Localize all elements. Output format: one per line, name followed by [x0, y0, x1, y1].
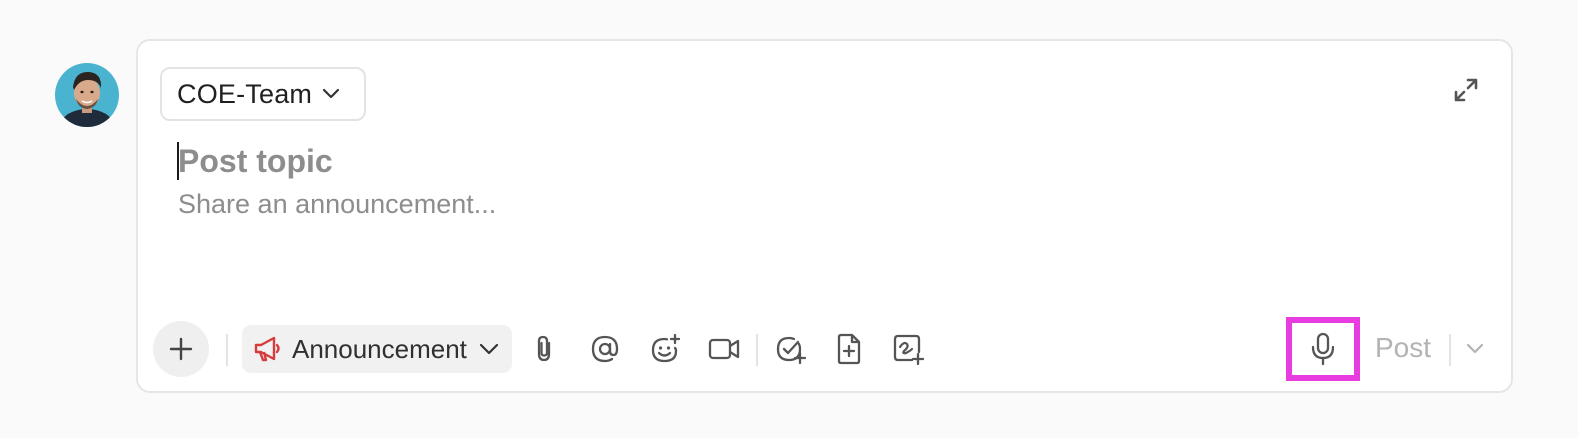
emoji-icon[interactable] — [648, 332, 682, 366]
post-type-label: Announcement — [292, 333, 467, 364]
avatar[interactable] — [55, 63, 119, 127]
chevron-down-icon — [479, 343, 499, 355]
expand-arrows-icon[interactable] — [1451, 75, 1481, 105]
add-doc-icon[interactable] — [832, 332, 866, 366]
post-topic-input[interactable]: Post topic — [178, 141, 333, 181]
channel-label: COE-Team — [177, 78, 313, 109]
post-composer: COE-Team Post topic Share an announcemen… — [136, 39, 1513, 393]
video-icon[interactable] — [707, 332, 741, 366]
attach-icon[interactable] — [528, 332, 562, 366]
post-button[interactable]: Post — [1375, 332, 1431, 364]
composer-toolbar: Announcement Post — [138, 317, 1511, 381]
post-body-input[interactable]: Share an announcement... — [178, 189, 496, 220]
divider — [226, 334, 228, 366]
post-options-chevron-icon[interactable] — [1460, 334, 1490, 364]
divider — [756, 334, 758, 366]
voice-record-button[interactable] — [1286, 317, 1360, 381]
megaphone-icon — [252, 334, 282, 364]
channel-selector[interactable]: COE-Team — [160, 67, 366, 121]
task-icon[interactable] — [773, 332, 807, 366]
divider — [1449, 334, 1451, 366]
add-button[interactable] — [153, 321, 209, 377]
user-avatar-photo — [55, 63, 119, 127]
chevron-down-icon — [322, 88, 340, 100]
microphone-icon — [1311, 332, 1335, 366]
mention-icon[interactable] — [588, 332, 622, 366]
plus-icon — [169, 337, 193, 361]
whiteboard-icon[interactable] — [891, 332, 925, 366]
post-type-selector[interactable]: Announcement — [242, 325, 512, 373]
